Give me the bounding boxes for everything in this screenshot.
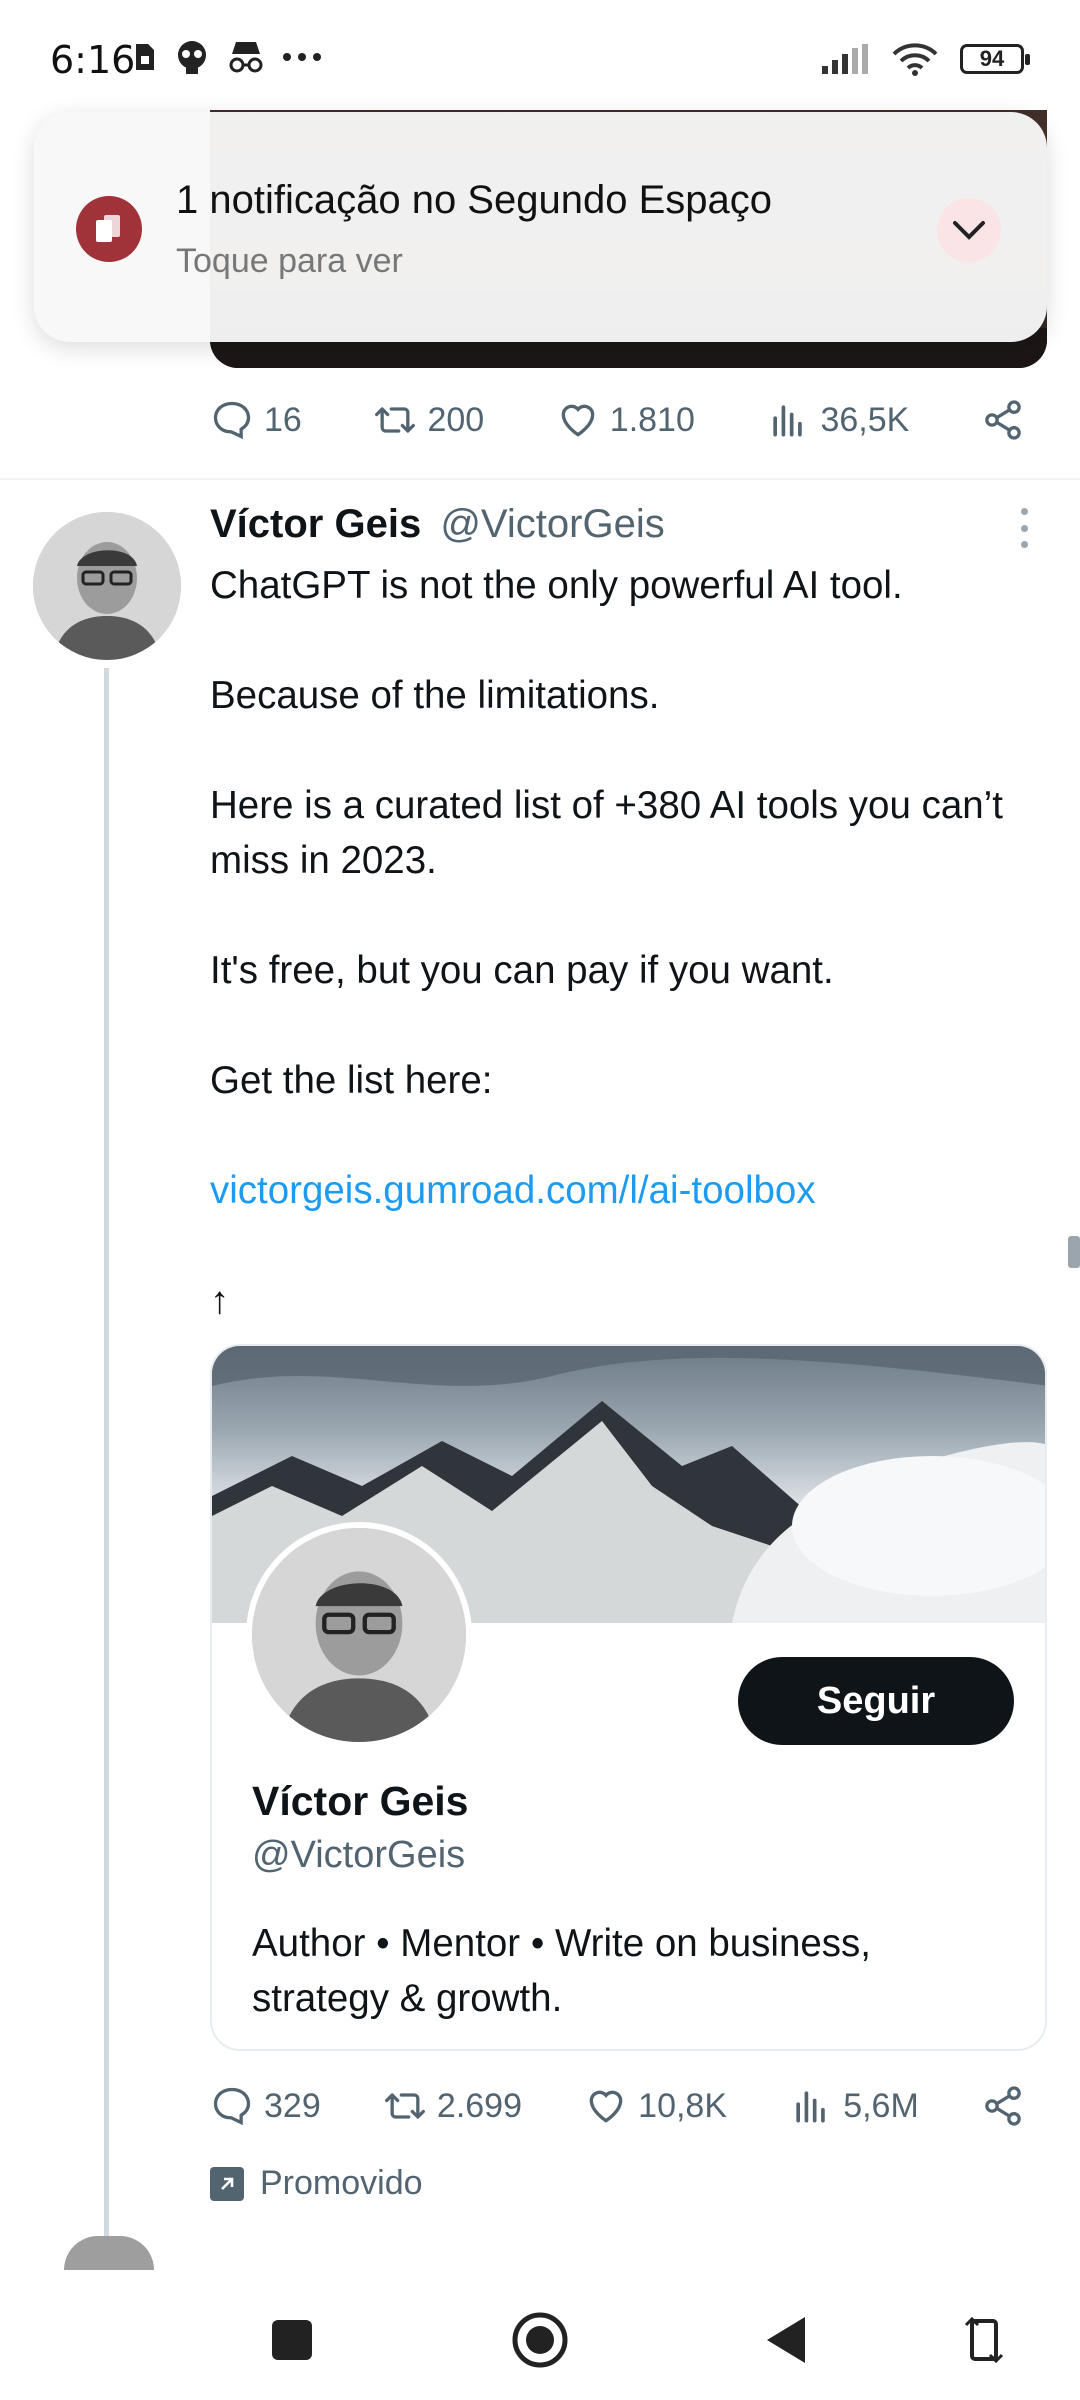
reply-icon (213, 401, 251, 440)
profile-card-name: Víctor Geis (252, 1778, 469, 1824)
tweet-arrow: ↑ (210, 1279, 230, 1322)
square-icon (272, 2320, 312, 2360)
status-time: 6:16 (50, 38, 136, 82)
like-count: 1.810 (609, 400, 695, 439)
share-button[interactable] (981, 398, 1025, 442)
like-count: 10,8K (638, 2086, 728, 2125)
views-icon (796, 2091, 825, 2123)
status-right-icons: 94 (822, 42, 1030, 76)
tweet-line: ChatGPT is not the only powerful AI tool… (210, 564, 903, 607)
reply-button[interactable]: 16 (210, 398, 302, 442)
thread-line (104, 668, 109, 2238)
retweet-button[interactable]: 200 (373, 398, 484, 442)
follow-button[interactable]: Seguir (738, 1657, 1014, 1745)
share-icon (985, 2086, 1021, 2126)
signal-icon (822, 44, 868, 74)
retweet-button[interactable]: 2.699 (383, 2084, 522, 2128)
tweet-header: Víctor Geis @VictorGeis (210, 502, 665, 547)
profile-card-bio: Author • Mentor • Write on business, str… (252, 1922, 871, 2020)
status-left-icons (132, 40, 322, 74)
views-count: 5,6M (843, 2086, 919, 2125)
tweet-divider (0, 478, 1080, 480)
back-triangle-icon (767, 2317, 805, 2363)
home-button[interactable] (510, 2310, 570, 2370)
skull-icon (178, 41, 206, 74)
like-button[interactable]: 10,8K (584, 2084, 727, 2128)
rotate-button[interactable] (954, 2310, 1014, 2370)
next-tweet-avatar[interactable] (64, 2236, 154, 2270)
tweet-line: Because of the limitations. (210, 674, 660, 717)
back-button[interactable] (756, 2310, 816, 2370)
notification-banner[interactable]: 1 notificação no Segundo Espaço Toque pa… (34, 112, 1047, 342)
views-button[interactable]: 36,5K (766, 398, 909, 442)
status-bar: 6:16 94 (0, 0, 1080, 110)
previous-tweet-actions: 16 200 1.810 36,5K (210, 398, 1025, 442)
views-icon (773, 405, 803, 437)
promoted-label: Promovido (260, 2164, 423, 2202)
share-button[interactable] (981, 2084, 1025, 2128)
wifi-icon (892, 43, 938, 76)
retweet-icon (384, 2093, 425, 2119)
tweet-link[interactable]: victorgeis.gumroad.com/l/ai-toolbox (210, 1163, 1030, 1218)
notification-subtitle: Toque para ver (176, 242, 403, 280)
battery-icon: 94 (960, 44, 1030, 74)
reply-count: 329 (264, 2086, 321, 2125)
profile-card[interactable]: Seguir Víctor Geis @VictorGeis Author • … (210, 1344, 1047, 2051)
recent-apps-button[interactable] (262, 2310, 322, 2370)
more-dots-icon (283, 53, 321, 61)
reply-icon (213, 2087, 251, 2126)
author-name[interactable]: Víctor Geis (210, 502, 421, 546)
share-icon (985, 400, 1021, 440)
sim-card-icon (136, 44, 154, 70)
tweet-line: Get the list here: (210, 1059, 493, 1102)
retweet-icon (375, 407, 416, 433)
views-count: 36,5K (820, 400, 910, 439)
author-handle[interactable]: @VictorGeis (440, 502, 664, 546)
author-avatar[interactable] (33, 512, 181, 660)
notification-title: 1 notificação no Segundo Espaço (176, 178, 772, 222)
chevron-down-icon (953, 221, 985, 240)
tweet-line: Here is a curated list of +380 AI tools … (210, 784, 1003, 882)
like-button[interactable]: 1.810 (556, 398, 695, 442)
retweet-count: 200 (427, 400, 485, 439)
tweet-line: It's free, but you can pay if you want. (210, 949, 834, 992)
dual-space-app-icon (76, 196, 142, 262)
profile-card-handle: @VictorGeis (252, 1834, 466, 1876)
views-button[interactable]: 5,6M (789, 2084, 919, 2128)
incognito-icon (229, 42, 263, 73)
promoted-icon (210, 2166, 244, 2201)
reply-count: 16 (264, 400, 302, 439)
promoted-indicator: Promovido (210, 2164, 423, 2203)
retweet-count: 2.699 (436, 2086, 522, 2125)
profile-card-avatar[interactable] (246, 1522, 472, 1748)
heart-icon (561, 404, 595, 437)
scrollbar-thumb[interactable] (1068, 1236, 1080, 1268)
reply-button[interactable]: 329 (210, 2084, 321, 2128)
circle-home-icon (512, 2312, 568, 2368)
rotate-icon (964, 2316, 1004, 2364)
heart-icon (589, 2090, 623, 2123)
tweet-more-menu[interactable] (1014, 508, 1034, 548)
tweet-text: ChatGPT is not the only powerful AI tool… (210, 558, 1030, 1328)
notification-expand-button[interactable] (937, 198, 1001, 262)
tweet-actions: 329 2.699 10,8K 5,6M (210, 2084, 1025, 2128)
